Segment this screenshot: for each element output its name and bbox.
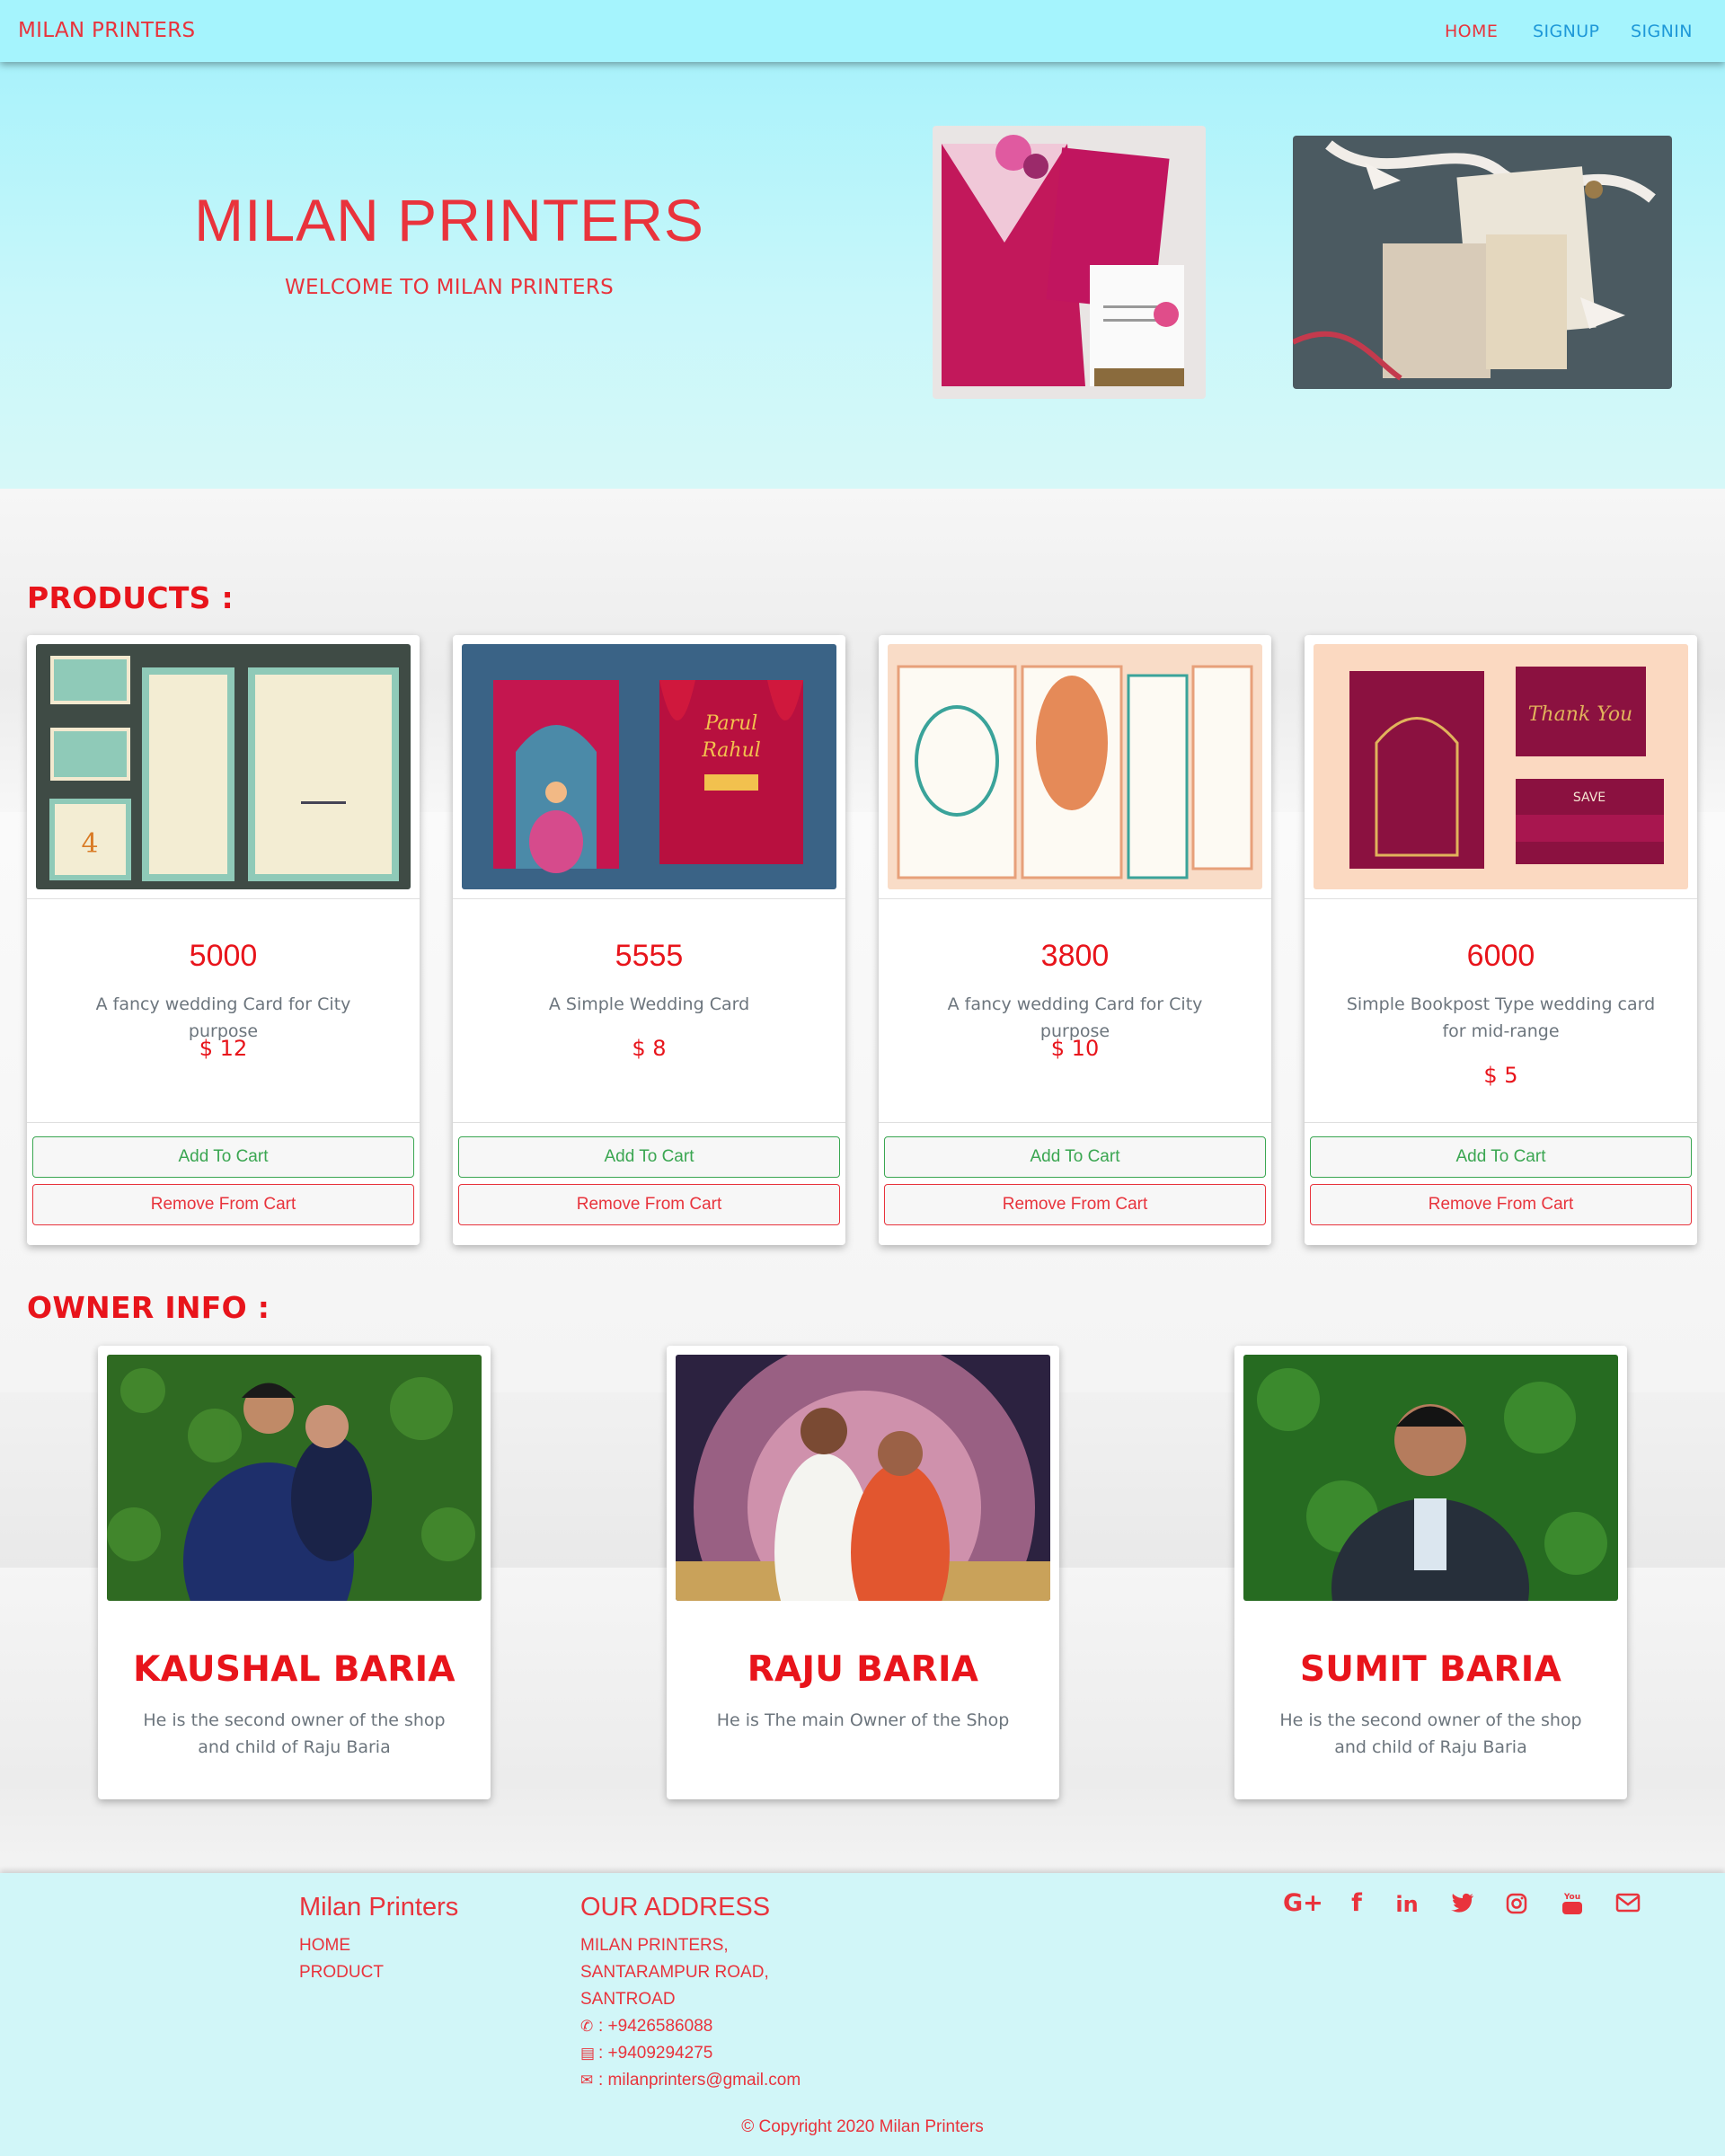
footer-phone: ✆: +9426586088 xyxy=(580,2017,712,2037)
product-image[interactable]: 4 xyxy=(36,644,411,889)
twitter-icon[interactable] xyxy=(1445,1889,1481,1919)
add-to-cart-button[interactable]: Add To Cart xyxy=(1310,1136,1692,1178)
product-card: Thank You SAVE 6000 Simple Bookpost Type… xyxy=(1305,635,1697,1245)
address-line: SANTARAMPUR ROAD, xyxy=(580,1963,769,1982)
product-card: Parul Rahul 5555 A Simple Wedding Card $… xyxy=(453,635,845,1245)
owner-name: KAUSHAL BARIA xyxy=(133,1649,456,1690)
facebook-icon[interactable]: f xyxy=(1339,1889,1375,1917)
footer-brand-title: Milan Printers xyxy=(299,1893,459,1922)
footer-email[interactable]: ✉: milanprinters@gmail.com xyxy=(580,2071,801,2090)
owner-name: SUMIT BARIA xyxy=(1299,1649,1562,1690)
remove-from-cart-button[interactable]: Remove From Cart xyxy=(32,1184,414,1225)
product-code: 3800 xyxy=(1040,939,1110,973)
hero-image-pink-invitation xyxy=(933,126,1206,399)
linkedin-icon[interactable]: in xyxy=(1389,1892,1425,1917)
navbar: MILAN PRINTERS HOME SIGNUP SIGNIN xyxy=(0,0,1725,62)
google-plus-icon[interactable]: G+ xyxy=(1283,1889,1323,1917)
product-price: $ 12 xyxy=(199,1036,248,1061)
owner-photo xyxy=(1243,1355,1618,1601)
add-to-cart-button[interactable]: Add To Cart xyxy=(458,1136,840,1178)
product-description: A Simple Wedding Card xyxy=(548,994,750,1014)
svg-text:Rahul: Rahul xyxy=(701,739,761,762)
svg-text:Parul: Parul xyxy=(704,712,758,735)
product-code: 5000 xyxy=(189,939,258,973)
add-to-cart-button[interactable]: Add To Cart xyxy=(32,1136,414,1178)
owner-description: He is The main Owner of the Shop xyxy=(716,1710,1010,1730)
owner-card: KAUSHAL BARIA He is the second owner of … xyxy=(98,1346,491,1799)
envelope-icon: ✉ xyxy=(580,2072,594,2089)
navbar-brand[interactable]: MILAN PRINTERS xyxy=(18,19,195,42)
remove-from-cart-button[interactable]: Remove From Cart xyxy=(1310,1184,1692,1225)
product-description: Simple Bookpost Type wedding card for mi… xyxy=(1346,994,1656,1041)
owner-card: RAJU BARIA He is The main Owner of the S… xyxy=(667,1346,1059,1799)
svg-text:Thank You: Thank You xyxy=(1528,703,1632,726)
svg-text:You: You xyxy=(1563,1893,1580,1902)
product-card: 4 5000 A fancy wedding Card for City pur… xyxy=(27,635,420,1245)
address-line: MILAN PRINTERS, xyxy=(580,1936,729,1955)
owner-name: RAJU BARIA xyxy=(747,1649,979,1690)
products-heading: PRODUCTS : xyxy=(27,580,234,615)
product-image[interactable]: Parul Rahul xyxy=(462,644,836,889)
nav-link-signup[interactable]: SIGNUP xyxy=(1533,22,1599,41)
nav-link-home[interactable]: HOME xyxy=(1445,22,1498,41)
owner-description: He is the second owner of the shop and c… xyxy=(143,1710,446,1757)
owner-card: SUMIT BARIA He is the second owner of th… xyxy=(1234,1346,1627,1799)
hero-title: MILAN PRINTERS xyxy=(194,187,704,253)
youtube-icon[interactable]: You xyxy=(1554,1889,1590,1922)
copyright: © Copyright 2020 Milan Printers xyxy=(741,2117,984,2136)
phone-number: : +9426586088 xyxy=(598,2017,713,2036)
product-image[interactable] xyxy=(888,644,1262,889)
product-image[interactable]: Thank You SAVE xyxy=(1314,644,1688,889)
owner-photo xyxy=(107,1355,482,1601)
product-code: 5555 xyxy=(615,939,684,973)
fax-icon: ▤ xyxy=(580,2045,596,2062)
remove-from-cart-button[interactable]: Remove From Cart xyxy=(458,1184,840,1225)
fax-number: : +9409294275 xyxy=(598,2044,713,2063)
owner-photo xyxy=(676,1355,1050,1601)
product-price: $ 10 xyxy=(1050,1036,1100,1061)
footer-link-product[interactable]: PRODUCT xyxy=(299,1963,384,1983)
svg-text:4: 4 xyxy=(81,828,98,860)
svg-text:SAVE: SAVE xyxy=(1573,791,1606,805)
phone-icon: ✆ xyxy=(580,2018,594,2035)
instagram-icon[interactable] xyxy=(1499,1889,1535,1921)
product-price: $ 8 xyxy=(632,1036,667,1061)
product-card: 3800 A fancy wedding Card for City purpo… xyxy=(879,635,1271,1245)
email-address[interactable]: : milanprinters@gmail.com xyxy=(598,2071,801,2090)
nav-link-signin[interactable]: SIGNIN xyxy=(1631,22,1693,41)
footer-fax: ▤: +9409294275 xyxy=(580,2044,712,2063)
product-price: $ 5 xyxy=(1483,1063,1518,1088)
owner-info-heading: OWNER INFO : xyxy=(27,1290,270,1325)
envelope-icon[interactable] xyxy=(1610,1889,1646,1919)
hero-image-grey-invitation xyxy=(1293,136,1672,389)
footer-link-home[interactable]: HOME xyxy=(299,1936,350,1956)
remove-from-cart-button[interactable]: Remove From Cart xyxy=(884,1184,1266,1225)
hero-banner: MILAN PRINTERS WELCOME TO MILAN PRINTERS xyxy=(0,62,1725,489)
owner-description: He is the second owner of the shop and c… xyxy=(1279,1710,1582,1757)
hero-subtitle: WELCOME TO MILAN PRINTERS xyxy=(284,276,615,299)
product-code: 6000 xyxy=(1466,939,1535,973)
add-to-cart-button[interactable]: Add To Cart xyxy=(884,1136,1266,1178)
footer-address-title: OUR ADDRESS xyxy=(580,1893,771,1922)
address-line: SANTROAD xyxy=(580,1990,676,2009)
